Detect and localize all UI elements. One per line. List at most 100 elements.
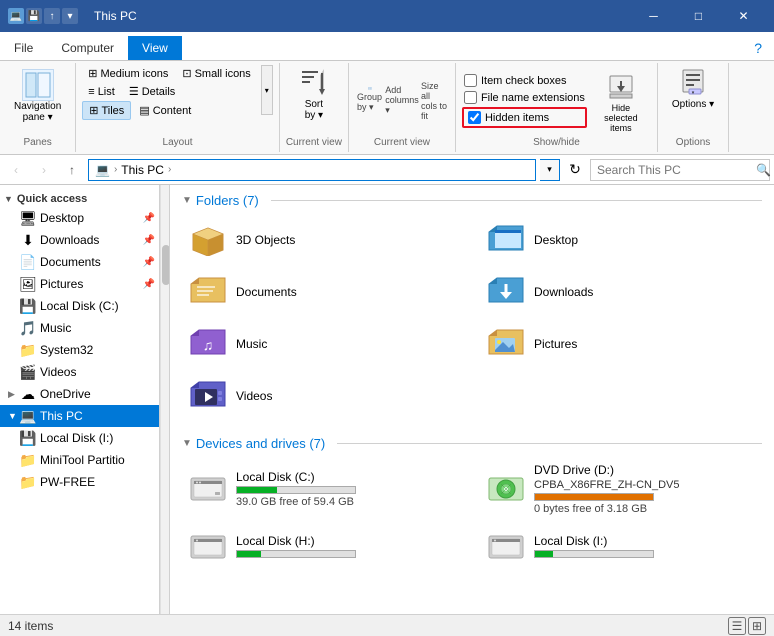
tab-view[interactable]: View <box>128 36 182 60</box>
folder-videos-label: Videos <box>236 389 272 403</box>
item-checkboxes-checkbox[interactable] <box>464 74 477 87</box>
this-pc-label: This PC <box>40 409 83 423</box>
documents-label: Documents <box>40 255 101 269</box>
folder-item-music[interactable]: ♫ Music <box>182 320 464 368</box>
drive-i-info: Local Disk (I:) <box>534 534 654 560</box>
tiles-icon: ⊞ <box>89 104 98 117</box>
sidebar-item-this-pc[interactable]: ▼ 💻 This PC <box>0 405 159 427</box>
address-dropdown-button[interactable]: ▾ <box>540 159 560 181</box>
options-icon: ▾ <box>677 67 709 99</box>
sidebar-item-desktop[interactable]: 🖥 Desktop 📌 <box>0 207 159 229</box>
folder-documents-label: Documents <box>236 285 297 299</box>
title-bar: 💻 💾 ↑ ▾ This PC ─ □ ✕ <box>0 0 774 32</box>
layout-medium-icons[interactable]: ⊞ Medium icons <box>82 65 174 82</box>
layout-row-3: ⊞ Tiles ▤ Content <box>82 101 257 120</box>
sidebar-item-pw-free[interactable]: 📁 PW-FREE <box>0 471 159 493</box>
layout-content: ⊞ Medium icons ⊡ Small icons ≡ List <box>82 65 273 135</box>
tab-file[interactable]: File <box>0 36 47 60</box>
layout-tiles[interactable]: ⊞ Tiles <box>82 101 131 120</box>
file-extensions-checkbox[interactable] <box>464 91 477 104</box>
folders-section-line <box>271 200 762 201</box>
add-columns-label: Add columns ▾ <box>385 85 419 116</box>
layout-details[interactable]: ☰ Details <box>123 83 182 100</box>
folders-section-title[interactable]: ▼ Folders (7) <box>182 193 762 208</box>
drive-dvd-name2: CPBA_X86FRE_ZH-CN_DV5 <box>534 479 680 491</box>
sidebar-item-videos[interactable]: 🎬 Videos <box>0 361 159 383</box>
app-icon: 💻 <box>8 8 24 24</box>
drive-item-i[interactable]: Local Disk (I:) <box>480 523 762 571</box>
sidebar-item-local-disk-i[interactable]: 💾 Local Disk (I:) <box>0 427 159 449</box>
sidebar-item-system32[interactable]: 📁 System32 <box>0 339 159 361</box>
layout-scroll-btn[interactable]: ▾ <box>261 65 273 115</box>
layout-content[interactable]: ▤ Content <box>133 102 197 119</box>
maximize-button[interactable]: □ <box>676 0 721 32</box>
tab-computer[interactable]: Computer <box>47 36 128 60</box>
help-icon[interactable]: ? <box>750 36 766 60</box>
drives-collapse-arrow: ▼ <box>182 438 192 449</box>
view-mode-details-button[interactable]: ☰ <box>728 617 746 635</box>
up-button[interactable]: ↑ <box>60 158 84 182</box>
back-button[interactable]: ‹ <box>4 158 28 182</box>
hide-selected-container: Hide selecteditems <box>591 69 651 135</box>
drive-item-h[interactable]: Local Disk (H:) <box>182 523 464 571</box>
folder-item-videos[interactable]: Videos <box>182 372 464 420</box>
options-button[interactable]: ▾ Options ▾ <box>664 65 722 112</box>
quick-access-header[interactable]: ▼ Quick access <box>0 189 159 207</box>
minitool-icon: 📁 <box>20 452 36 468</box>
folder-item-downloads[interactable]: Downloads <box>480 268 762 316</box>
folder-item-3d-objects[interactable]: 3D Objects <box>182 216 464 264</box>
drive-h-name: Local Disk (H:) <box>236 534 356 548</box>
layout-list[interactable]: ≡ List <box>82 84 121 100</box>
view-mode-large-button[interactable]: ⊞ <box>748 617 766 635</box>
folder-item-documents[interactable]: Documents <box>182 268 464 316</box>
hidden-items-row[interactable]: Hidden items <box>462 107 587 128</box>
current-view-group-label: Current view <box>374 135 430 150</box>
file-extensions-label: File name extensions <box>481 92 585 104</box>
navigation-pane-button[interactable]: Navigationpane ▾ <box>6 65 69 127</box>
options-content: ▾ Options ▾ <box>664 65 722 135</box>
layout-small-icons[interactable]: ⊡ Small icons <box>176 65 256 82</box>
folder-3d-objects-label: 3D Objects <box>236 233 295 247</box>
address-path[interactable]: 💻 › This PC › <box>88 159 536 181</box>
minimize-button[interactable]: ─ <box>631 0 676 32</box>
sidebar-item-local-disk-c[interactable]: 💾 Local Disk (C:) <box>0 295 159 317</box>
hide-selected-label: Hide selecteditems <box>595 103 647 133</box>
drives-section-title[interactable]: ▼ Devices and drives (7) <box>182 436 762 451</box>
sidebar-item-downloads[interactable]: ⬇ Downloads 📌 <box>0 229 159 251</box>
panes-group-label: Panes <box>23 135 51 150</box>
quick-save-btn[interactable]: 💾 <box>26 8 42 24</box>
sidebar-item-documents[interactable]: 📄 Documents 📌 <box>0 251 159 273</box>
hidden-items-checkbox[interactable] <box>468 111 481 124</box>
size-columns-button[interactable]: Size all cols to fit <box>419 85 449 115</box>
sidebar-item-onedrive[interactable]: ▶ ☁ OneDrive <box>0 383 159 405</box>
file-extensions-row[interactable]: File name extensions <box>462 90 587 105</box>
add-columns-button[interactable]: Add columns ▾ <box>387 85 417 115</box>
group-by-button[interactable]: Group by ▾ <box>355 85 385 115</box>
ribbon: File Computer View ? Navigationpane ▾ <box>0 32 774 155</box>
folder-item-pictures[interactable]: Pictures <box>480 320 762 368</box>
sidebar-item-minitool[interactable]: 📁 MiniTool Partitio <box>0 449 159 471</box>
search-input[interactable] <box>597 163 752 177</box>
sidebar-scrollbar[interactable] <box>160 185 169 614</box>
folder-videos-icon <box>188 376 228 416</box>
ribbon-content: Navigationpane ▾ Panes ⊞ Medium icons ⊡ <box>0 61 774 154</box>
folder-item-desktop[interactable]: Desktop <box>480 216 762 264</box>
close-button[interactable]: ✕ <box>721 0 766 32</box>
forward-button[interactable]: › <box>32 158 56 182</box>
sidebar-item-music[interactable]: 🎵 Music <box>0 317 159 339</box>
panes-content: Navigationpane ▾ <box>6 65 69 135</box>
hide-selected-button[interactable]: Hide selecteditems <box>591 69 651 135</box>
quick-drop-btn[interactable]: ▾ <box>62 8 78 24</box>
sidebar-item-pictures[interactable]: 🖼 Pictures 📌 <box>0 273 159 295</box>
quick-up-btn[interactable]: ↑ <box>44 8 60 24</box>
item-checkboxes-row[interactable]: Item check boxes <box>462 73 587 88</box>
folder-pictures-icon <box>486 324 526 364</box>
drive-item-c[interactable]: Local Disk (C:) 39.0 GB free of 59.4 GB <box>182 459 464 519</box>
item-count: 14 items <box>8 619 53 633</box>
sort-by-button[interactable]: Sortby ▾ <box>292 65 336 123</box>
drive-item-dvd[interactable]: DVD Drive (D:) CPBA_X86FRE_ZH-CN_DV5 0 b… <box>480 459 762 519</box>
desktop-pin: 📌 <box>143 213 155 224</box>
pw-free-label: PW-FREE <box>40 475 95 489</box>
refresh-button[interactable]: ↻ <box>564 159 586 181</box>
options-label: Options ▾ <box>672 99 714 110</box>
